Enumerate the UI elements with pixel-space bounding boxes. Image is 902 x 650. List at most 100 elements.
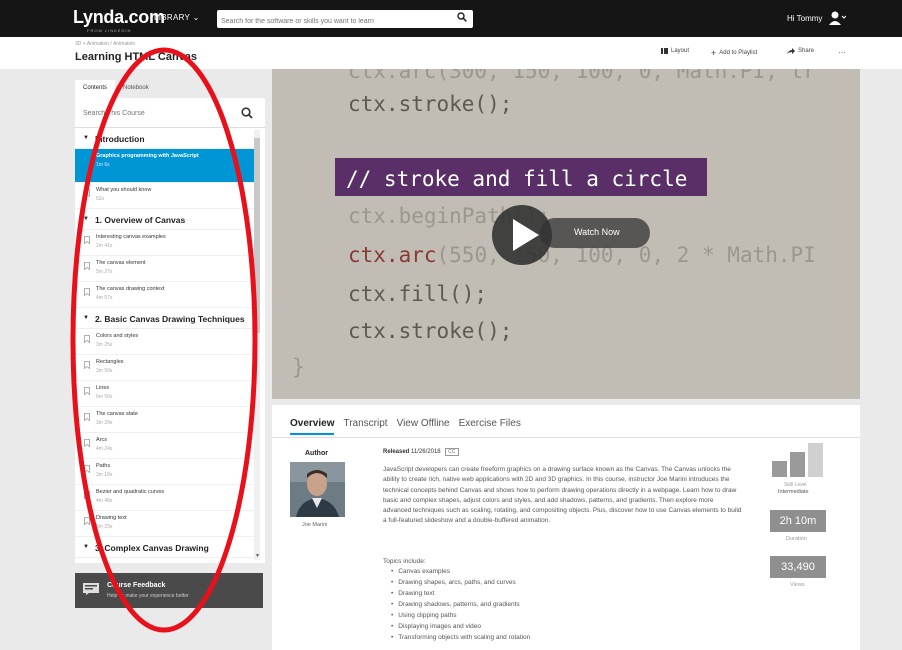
topic-item: Transforming objects with scaling and ro… xyxy=(391,634,530,645)
skill-level-value: Intermediate xyxy=(778,489,809,495)
tab-transcript[interactable]: Transcript xyxy=(343,418,387,429)
toc-lesson[interactable]: Colors and styles 3m 25s xyxy=(75,329,255,355)
bookmark-icon[interactable] xyxy=(84,491,90,499)
bookmark-icon[interactable] xyxy=(84,387,90,395)
bookmark-icon[interactable] xyxy=(84,335,90,343)
lesson-title: Lines xyxy=(96,385,110,391)
lesson-title: The canvas state xyxy=(96,411,138,417)
topics-section: Topics include: Canvas examplesDrawing s… xyxy=(383,558,530,645)
lesson-title: Arcs xyxy=(96,437,107,443)
table-of-contents: ▼ Introduction Graphics programming with J… xyxy=(75,128,255,558)
more-options-button[interactable]: ··· xyxy=(838,48,846,57)
page-title: Learning HTML Canvas xyxy=(75,51,198,63)
layout-button[interactable]: Layout xyxy=(661,48,689,54)
toc-lesson[interactable]: The canvas element 5m 27s xyxy=(75,256,255,282)
topic-item: Canvas examples xyxy=(391,568,530,579)
plus-icon: + xyxy=(711,48,717,58)
toc-lesson[interactable]: Paths 3m 18s xyxy=(75,459,255,485)
breadcrumb[interactable]: 3D + Animation / Animation xyxy=(75,41,135,47)
code-line: ctx.stroke(); xyxy=(348,319,513,343)
tab-view-offline[interactable]: View Offline xyxy=(397,418,450,429)
lesson-duration: 5m 27s xyxy=(96,269,113,275)
bookmark-icon[interactable] xyxy=(84,439,90,447)
skill-level-label: Skill Level xyxy=(784,482,807,488)
tab-notebook[interactable]: Notebook xyxy=(115,80,157,98)
toc-lesson[interactable]: Bezier and quadratic curves 4m 48s xyxy=(75,485,255,511)
author-photo[interactable] xyxy=(290,462,345,517)
toc-chapter[interactable]: ▼ Introduction xyxy=(75,128,255,149)
top-navigation: Lynda.com FROM LINKEDIN LIBRARY ⌄ Hi Tom… xyxy=(0,0,902,37)
tab-exercise-files[interactable]: Exercise Files xyxy=(459,418,521,429)
chapter-title: 3. Complex Canvas Drawing xyxy=(94,543,209,553)
bookmark-icon[interactable] xyxy=(84,262,90,270)
feedback-icon xyxy=(83,583,99,595)
lesson-duration: 3m 25s xyxy=(96,342,113,348)
lesson-title: Interesting canvas examples xyxy=(96,234,166,240)
topics-list: Canvas examplesDrawing shapes, arcs, pat… xyxy=(383,568,530,645)
chevron-down-icon[interactable]: ▼ xyxy=(83,135,89,141)
code-line: ctx.fill(); xyxy=(348,282,488,306)
toc-scrollbar-thumb[interactable] xyxy=(254,138,260,333)
lesson-duration: 4m 24s xyxy=(96,446,113,452)
lesson-duration: 4m 48s xyxy=(96,498,113,504)
tab-contents[interactable]: Contents xyxy=(75,80,116,98)
chevron-down-icon[interactable]: ▼ xyxy=(83,216,89,222)
course-feedback-button[interactable]: Course Feedback Help us make your experi… xyxy=(75,573,263,608)
tab-overview[interactable]: Overview xyxy=(290,418,334,429)
bookmark-icon[interactable] xyxy=(84,517,90,525)
lesson-duration: 1m 6s xyxy=(96,162,110,168)
share-button[interactable]: Share xyxy=(787,48,814,54)
lesson-duration: 6m 23s xyxy=(96,524,113,530)
lesson-title: Drawing text xyxy=(96,515,127,521)
bookmark-icon[interactable] xyxy=(84,361,90,369)
bookmark-icon[interactable] xyxy=(84,236,90,244)
toc-chapter[interactable]: ▼ 1. Overview of Canvas xyxy=(75,209,255,230)
watch-now-label[interactable]: Watch Now xyxy=(574,227,620,237)
scroll-down-arrow-icon[interactable]: ▼ xyxy=(255,553,260,559)
feedback-subtitle: Help us make your experience better xyxy=(107,593,189,599)
topic-item: Displaying images and video xyxy=(391,623,530,634)
search-icon[interactable] xyxy=(241,106,253,119)
course-search-input[interactable] xyxy=(75,98,235,128)
toc-lesson[interactable]: Drawing text 6m 23s xyxy=(75,511,255,537)
topic-item: Drawing shapes, arcs, paths, and curves xyxy=(391,579,530,590)
lesson-duration: 3m 29s xyxy=(96,420,113,426)
code-line: ctx.stroke(); xyxy=(348,92,513,116)
course-contents-panel: ▼ Introduction Graphics programming with J… xyxy=(75,98,265,563)
chapter-title: Introduction xyxy=(94,134,145,144)
lesson-duration: 3m 18s xyxy=(96,472,113,478)
toc-lesson[interactable]: Rectangles 3m 59s xyxy=(75,355,255,381)
closed-captions-badge: CC xyxy=(445,448,459,456)
user-avatar-icon[interactable] xyxy=(828,10,847,26)
toc-chapter[interactable]: ▼ 2. Basic Canvas Drawing Techniques xyxy=(75,308,255,329)
toc-lesson[interactable]: Graphics programming with JavaScript 1m 6… xyxy=(75,149,255,183)
duration-badge: 2h 10m xyxy=(770,510,826,532)
bookmark-icon[interactable] xyxy=(84,465,90,473)
chevron-down-icon[interactable]: ▼ xyxy=(83,315,89,321)
author-name[interactable]: Joe Marini xyxy=(302,522,327,528)
global-search-input[interactable] xyxy=(217,12,447,31)
toc-lesson[interactable]: Arcs 4m 24s xyxy=(75,433,255,459)
toc-lesson[interactable]: The canvas state 3m 29s xyxy=(75,407,255,433)
bookmark-icon[interactable] xyxy=(84,288,90,296)
search-icon[interactable] xyxy=(457,12,467,25)
library-menu[interactable]: LIBRARY ⌄ xyxy=(154,13,200,22)
toc-chapter[interactable]: ▼ 3. Complex Canvas Drawing xyxy=(75,537,255,558)
toc-lesson[interactable]: Lines 6m 50s xyxy=(75,381,255,407)
lesson-title: The canvas drawing context xyxy=(96,286,165,292)
released-label: Released xyxy=(383,449,410,455)
lesson-title: Paths xyxy=(96,463,111,469)
chevron-down-icon[interactable]: ▼ xyxy=(83,544,89,550)
views-label: Views xyxy=(790,582,805,588)
add-to-playlist-button[interactable]: + Add to Playlist xyxy=(711,48,757,58)
bookmark-icon[interactable] xyxy=(84,413,90,421)
toc-lesson[interactable]: Interesting canvas examples 2m 41s xyxy=(75,230,255,256)
user-greeting[interactable]: Hi Tommy xyxy=(787,14,822,23)
toc-lesson[interactable]: What you should know 52s xyxy=(75,183,255,209)
tab-divider xyxy=(272,437,860,438)
code-line: ctx.arc(300, 150, 100, 0, Math.PI, tr xyxy=(348,69,816,83)
play-icon[interactable] xyxy=(513,219,539,251)
bookmark-icon[interactable] xyxy=(84,189,90,197)
toc-lesson[interactable]: The canvas drawing context 4m 57s xyxy=(75,282,255,308)
lynda-logo[interactable]: Lynda.com xyxy=(73,7,165,28)
